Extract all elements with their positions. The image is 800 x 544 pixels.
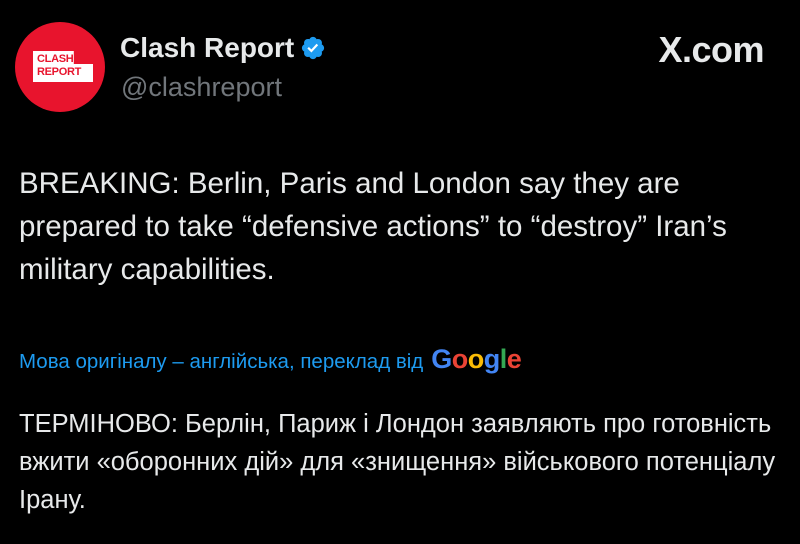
google-logo-letter: o — [467, 344, 485, 374]
google-logo-letter: l — [499, 344, 508, 374]
display-name[interactable]: Clash Report — [120, 32, 294, 64]
translation-bar[interactable]: Мова оригіналу – англійська, переклад ві… — [19, 344, 522, 376]
google-logo-letter: e — [506, 344, 522, 374]
google-logo: Google — [431, 344, 522, 374]
author-name-row[interactable]: Clash Report — [120, 32, 326, 64]
avatar-logo-report: REPORT — [37, 66, 82, 78]
verified-badge-icon — [302, 36, 325, 60]
site-label: X.com — [658, 29, 764, 70]
translated-text: ТЕРМІНОВО: Берлін, Париж і Лондон заявля… — [19, 410, 776, 514]
avatar[interactable]: CLASH REPORT — [15, 22, 105, 112]
translation-label[interactable]: Мова оригіналу – англійська, переклад ві… — [19, 348, 423, 376]
google-logo-letter: g — [483, 344, 501, 374]
google-logo-letter: G — [431, 344, 452, 374]
avatar-logo-clash: CLASH — [37, 53, 74, 65]
handle[interactable]: @clashreport — [121, 72, 282, 102]
google-logo-letter: o — [451, 344, 469, 374]
tweet-text: BREAKING: Berlin, Paris and London say t… — [19, 167, 727, 286]
